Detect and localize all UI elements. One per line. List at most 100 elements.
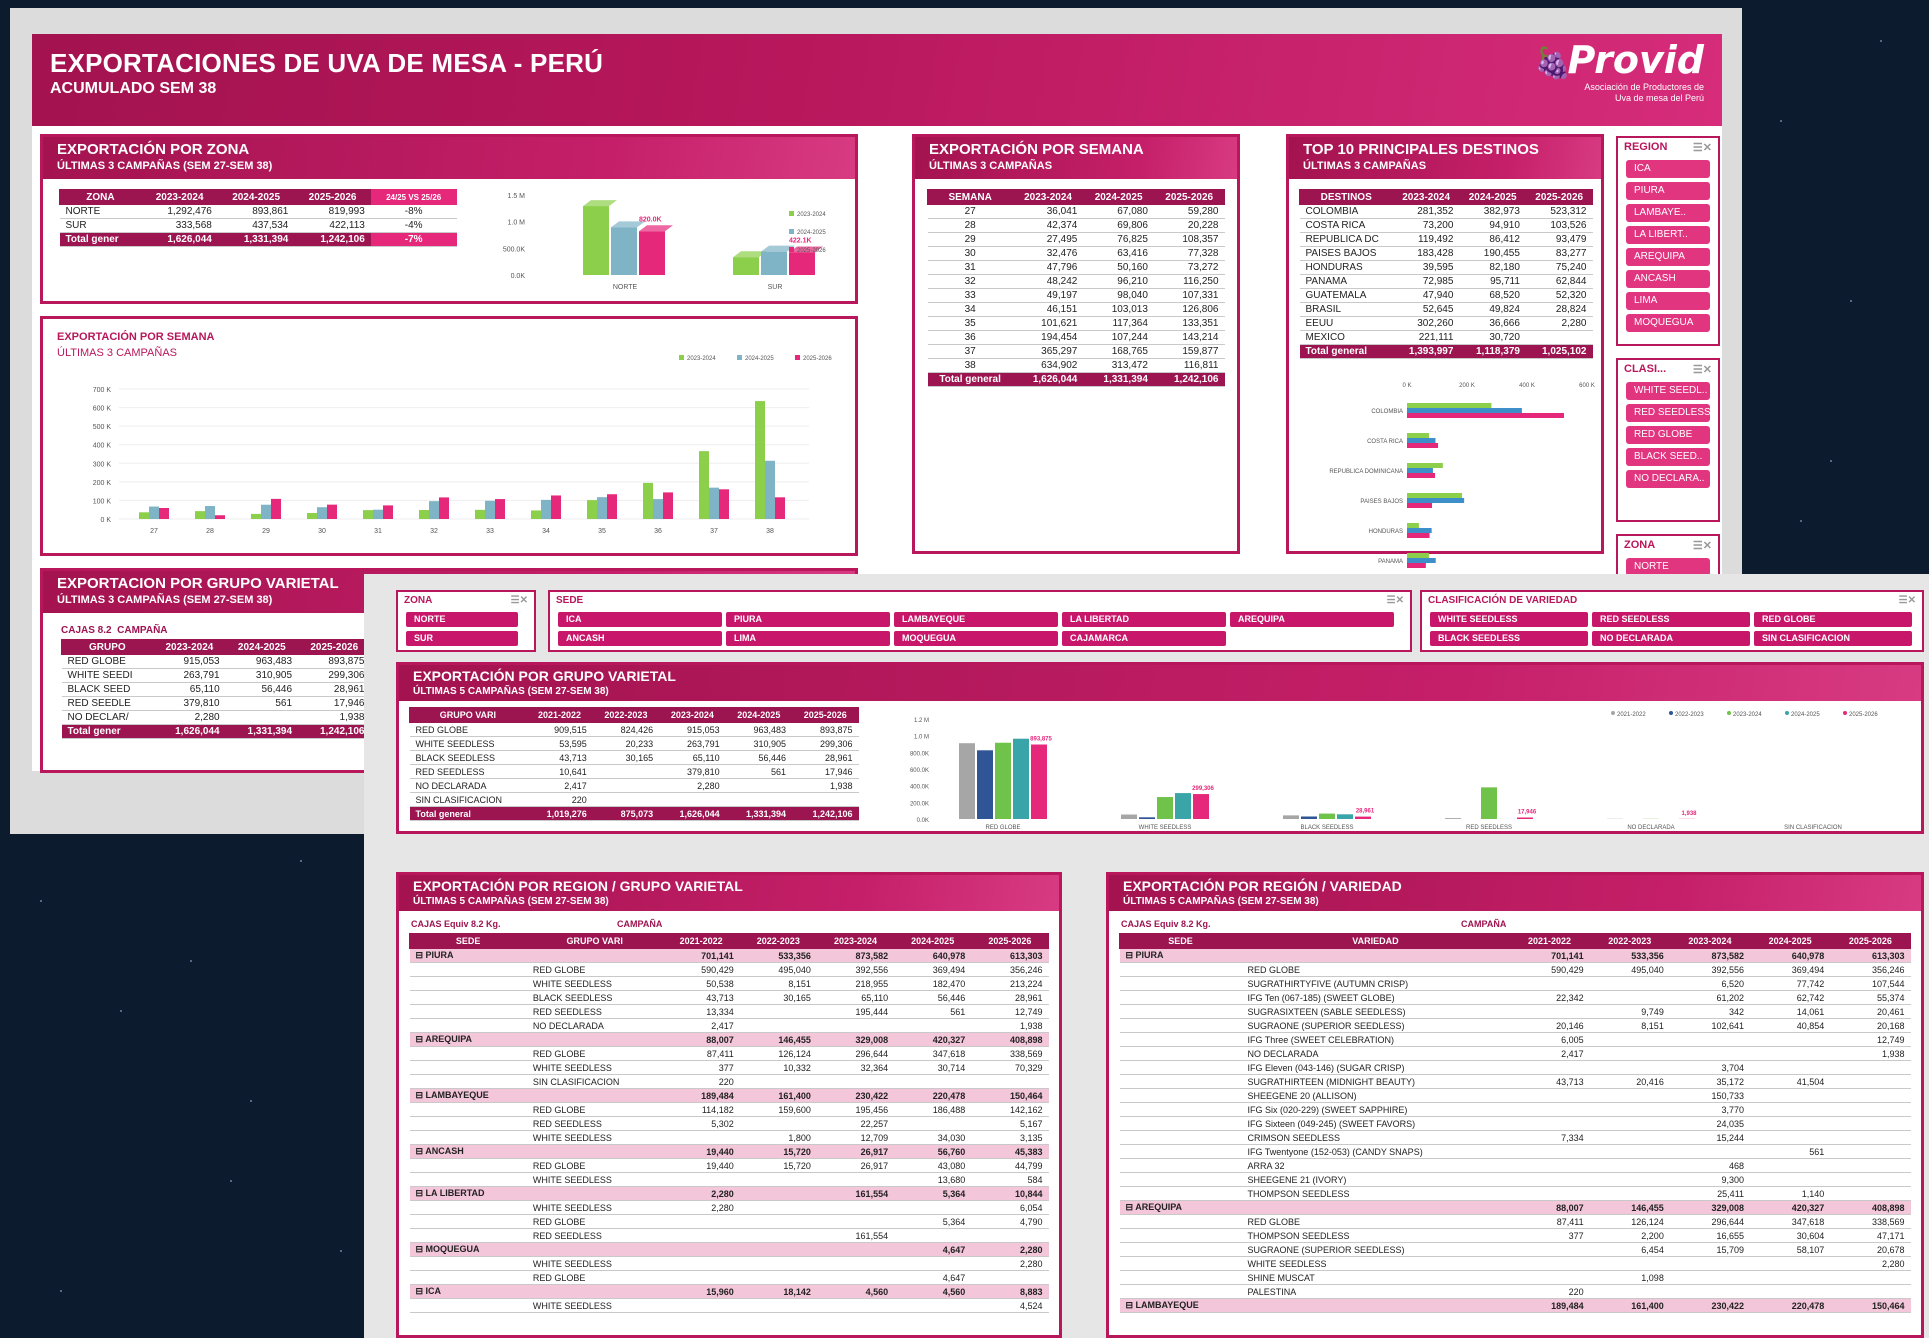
clear-filter-icon[interactable]: ☰✕ [1387,595,1404,606]
clear-filter-icon[interactable]: ☰✕ [1693,141,1712,154]
slicer-item[interactable]: BLACK SEEDLESS [1430,631,1588,646]
slicer-item[interactable]: SUR [406,631,518,646]
column-header[interactable]: 2021-2022 [525,707,594,723]
column-header[interactable]: 2025-2026 [1525,189,1593,205]
slicer-item[interactable]: MOQUEGUA [894,631,1058,646]
slicer-item[interactable]: NO DECLARADA [1592,631,1750,646]
table-cell: 47,940 [1392,288,1460,303]
column-header[interactable]: 2021-2022 [1508,933,1591,949]
clasificacion-variedad-slicer[interactable]: CLASIFICACIÓN DE VARIEDAD ☰✕ WHITE SEEDLE… [1420,590,1924,652]
column-header[interactable]: 2024-2025 [1458,189,1527,205]
slicer-item[interactable]: ICA [558,612,722,627]
column-header[interactable]: GRUPO VARI [409,707,527,723]
column-header[interactable]: 2024-2025 [225,639,299,655]
slicer-item[interactable]: NO DECLARA.. [1626,470,1710,488]
slicer-item[interactable]: RED SEEDLESS [1592,612,1750,627]
region-slicer[interactable]: REGION ☰✕ ICA PIURA LAMBAYE.. LA LIBERT.. ARE… [1616,136,1720,346]
column-header[interactable]: 2024-2025 [217,189,295,205]
panel-subtitle: ÚLTIMAS 3 CAMPAÑAS [1303,160,1427,172]
table-cell: 220,478 [1750,1298,1831,1313]
slicer-item[interactable]: LAMBAYEQUE [894,612,1058,627]
table-cell [1241,1200,1510,1215]
column-header[interactable]: VARIEDAD [1240,933,1510,949]
column-header[interactable]: 2023-2024 [1012,189,1084,205]
table-cell: 1,292,476 [141,204,218,219]
slicer-item[interactable]: WHITE SEEDL.. [1626,382,1710,400]
table-cell: 15,709 [1669,1242,1751,1257]
slicer-item[interactable]: ICA [1626,160,1710,178]
column-header[interactable]: 2025-2026 [293,189,372,205]
zona-slicer[interactable]: ZONA ☰✕ NORTE SUR [396,590,536,652]
column-header[interactable]: 2025-2026 [970,933,1050,949]
column-header[interactable]: 2023-2024 [1392,189,1460,205]
slicer-item[interactable]: AREQUIPA [1626,248,1710,266]
column-header[interactable]: SEMANA [926,189,1014,205]
slicer-item[interactable]: LIMA [726,631,890,646]
column-header[interactable]: 2025-2026 [791,707,860,723]
column-header[interactable]: 2023-2024 [152,639,227,655]
slicer-item[interactable]: CAJAMARCA [1062,631,1226,646]
column-header[interactable]: 2023-2024 [816,933,895,949]
column-header[interactable]: ZONA [59,189,142,205]
table-cell [1589,1102,1670,1117]
slicer-item[interactable]: PIURA [726,612,890,627]
table-cell: 108,357 [1153,232,1225,247]
slicer-item[interactable]: ANCASH [558,631,722,646]
slicer-item[interactable]: PIURA [1626,182,1710,200]
table-cell [739,1256,817,1271]
clasificacion-slicer[interactable]: CLASI... ☰✕ WHITE SEEDL.. RED SEEDLESS RED … [1616,358,1720,522]
slicer-item[interactable]: BLACK SEED.. [1626,448,1710,466]
slicer-item[interactable]: SIN CLASIFICACION [1754,631,1912,646]
column-header[interactable]: 2021-2022 [662,933,741,949]
slicer-item[interactable]: AREQUIPA [1230,612,1394,627]
table-cell [409,1116,527,1131]
bar [1301,816,1317,819]
column-header[interactable]: DESTINOS [1298,189,1394,205]
slicer-item[interactable]: RED GLOBE [1626,426,1710,444]
column-header[interactable]: SEDE [1119,933,1242,949]
slicer-item[interactable]: MOQUEGUA [1626,314,1710,332]
column-header[interactable]: 2024-2025 [893,933,972,949]
slicer-item[interactable]: ANCASH [1626,270,1710,288]
table-row: RED GLOBE 87,411 126,124 296,644 347,618 338,… [409,1046,1049,1061]
slicer-item[interactable]: RED GLOBE [1754,612,1912,627]
table-cell: 313,472 [1083,358,1154,373]
column-header[interactable]: 2024-2025 [725,707,793,723]
table-cell [1119,1102,1242,1117]
slicer-item[interactable]: RED SEEDLESS [1626,404,1710,422]
table-cell: 150,464 [971,1088,1049,1103]
column-header[interactable]: 2025-2026 [1153,189,1225,205]
column-header[interactable]: 2022-2023 [1589,933,1671,949]
column-header[interactable]: 2023-2024 [140,189,219,205]
column-header[interactable]: GRUPO [61,639,154,655]
slicer-item[interactable]: LA LIBERTAD [1062,612,1226,627]
column-header[interactable]: 2022-2023 [739,933,818,949]
sede-slicer[interactable]: SEDE ☰✕ ICA PIURA LAMBAYEQUE LA LIBERTAD AREQ… [548,590,1412,652]
column-header[interactable]: 2024-2025 [1749,933,1831,949]
column-header[interactable]: 2025-2026 [1829,933,1912,949]
column-header[interactable]: 2022-2023 [592,707,660,723]
table-cell: 30 [927,246,1013,261]
column-header[interactable]: GRUPO VARI [526,933,664,949]
clear-filter-icon[interactable]: ☰✕ [1899,595,1916,606]
slicer-item[interactable]: LAMBAYE.. [1626,204,1710,222]
total-cell: Total general [927,372,1013,387]
column-header[interactable]: SEDE [408,933,528,949]
slicer-item[interactable]: WHITE SEEDLESS [1430,612,1588,627]
slicer-item[interactable]: LIMA [1626,292,1710,310]
slicer-item[interactable]: LA LIBERT.. [1626,226,1710,244]
column-header[interactable]: 2023-2024 [1669,933,1751,949]
slicer-item[interactable]: NORTE [406,612,518,627]
column-header[interactable]: 2025-2026 [297,639,372,655]
clear-filter-icon[interactable]: ☰✕ [1693,363,1712,376]
table-cell [1119,1158,1242,1173]
table-cell [1830,1102,1911,1117]
table-cell: 220 [1509,1284,1590,1299]
table-cell: 96,210 [1083,274,1154,289]
clear-filter-icon[interactable]: ☰✕ [511,595,528,606]
column-header[interactable]: 2024-2025 [1082,189,1155,205]
column-header[interactable]: 2023-2024 [658,707,727,723]
clear-filter-icon[interactable]: ☰✕ [1693,539,1712,552]
column-header[interactable]: 24/25 VS 25/26 [370,189,457,205]
table-cell [894,1200,972,1215]
